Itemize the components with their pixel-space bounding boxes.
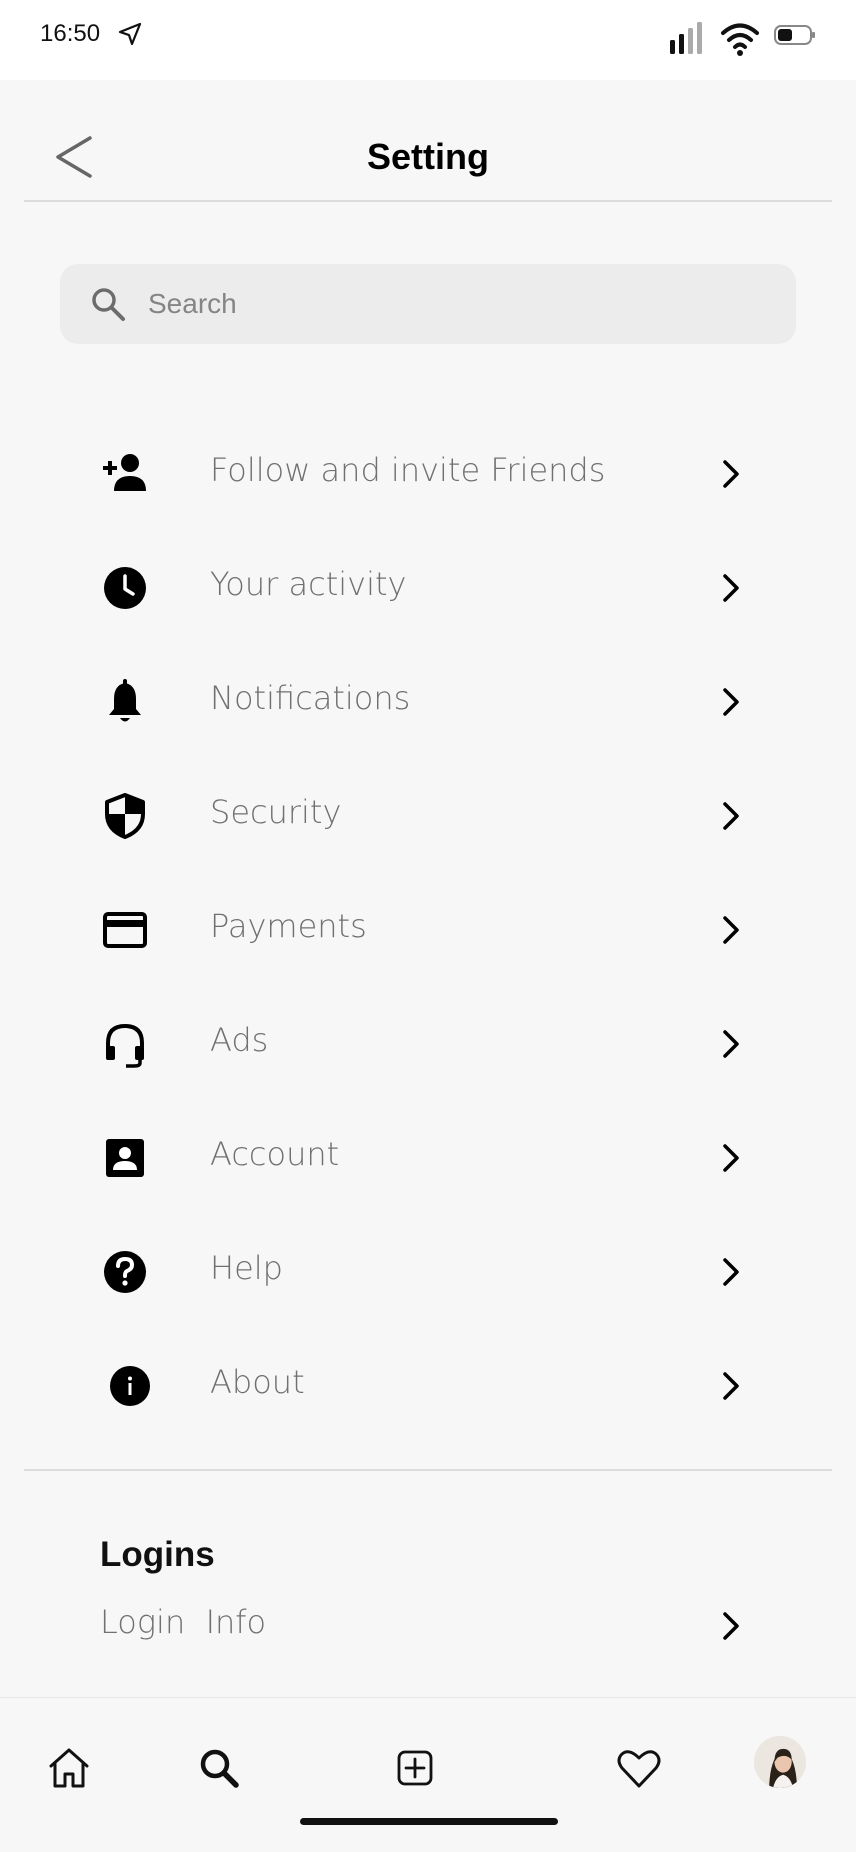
settings-item-label: Your activity xyxy=(210,565,407,603)
add-post-icon xyxy=(397,1750,433,1786)
chevron-right-icon xyxy=(723,802,739,830)
search-box[interactable] xyxy=(60,264,796,344)
heart-icon xyxy=(617,1750,661,1788)
chevron-right-icon xyxy=(723,688,739,716)
chevron-right-icon xyxy=(723,1612,739,1640)
person-add-icon xyxy=(103,454,146,491)
tab-search[interactable] xyxy=(191,1740,247,1796)
settings-item-help[interactable]: Help xyxy=(0,1213,856,1327)
chevron-right-icon xyxy=(723,1030,739,1058)
headset-icon xyxy=(106,1023,144,1068)
location-arrow-icon xyxy=(118,22,142,46)
chevron-right-icon xyxy=(723,1258,739,1286)
tab-bar xyxy=(0,1697,856,1852)
settings-item-login-info[interactable]: Login Info xyxy=(0,1585,856,1669)
help-icon xyxy=(104,1251,146,1293)
shield-icon xyxy=(105,793,145,839)
settings-item-label: Notifications xyxy=(210,679,411,717)
list-divider xyxy=(24,1469,832,1471)
clock-icon xyxy=(104,567,146,609)
avatar xyxy=(754,1736,806,1788)
settings-item-label: Help xyxy=(210,1249,283,1287)
settings-item-payments[interactable]: Payments xyxy=(0,871,856,985)
account-box-icon xyxy=(106,1139,144,1177)
home-icon xyxy=(49,1748,89,1788)
settings-item-your-activity[interactable]: Your activity xyxy=(0,529,856,643)
section-title-logins: Logins xyxy=(100,1535,215,1574)
tab-home[interactable] xyxy=(41,1740,97,1796)
status-bar: 16:50 xyxy=(0,0,856,80)
settings-item-follow-invite[interactable]: Follow and invite Friends xyxy=(0,415,856,529)
status-time: 16:50 xyxy=(40,20,101,47)
header-divider xyxy=(24,200,832,202)
signal-icon xyxy=(670,22,702,54)
settings-item-security[interactable]: Security xyxy=(0,757,856,871)
credit-card-icon xyxy=(103,912,147,948)
chevron-right-icon xyxy=(723,916,739,944)
settings-item-ads[interactable]: Ads xyxy=(0,985,856,1099)
settings-item-label: Account xyxy=(210,1135,340,1173)
tab-likes[interactable] xyxy=(611,1740,667,1796)
page-title: Setting xyxy=(367,136,489,177)
chevron-right-icon xyxy=(723,460,739,488)
settings-item-label: About xyxy=(210,1363,305,1401)
home-indicator xyxy=(300,1818,558,1825)
settings-item-label: Security xyxy=(210,793,342,831)
search-input[interactable] xyxy=(148,264,748,344)
search-icon xyxy=(92,288,125,321)
settings-item-label: Ads xyxy=(210,1021,269,1059)
settings-item-account[interactable]: Account xyxy=(0,1099,856,1213)
tab-add-post[interactable] xyxy=(387,1740,443,1796)
settings-item-label: Follow and invite Friends xyxy=(210,451,606,489)
search-icon xyxy=(200,1749,239,1788)
header: Setting xyxy=(0,80,856,202)
settings-item-label: Login Info xyxy=(100,1603,267,1641)
chevron-right-icon xyxy=(723,1144,739,1172)
settings-item-about[interactable]: About xyxy=(0,1327,856,1441)
chevron-right-icon xyxy=(723,574,739,602)
bell-icon xyxy=(109,679,141,722)
settings-item-notifications[interactable]: Notifications xyxy=(0,643,856,757)
settings-item-label: Payments xyxy=(210,907,367,945)
battery-icon xyxy=(774,25,815,45)
info-icon xyxy=(110,1366,150,1406)
wifi-icon xyxy=(721,23,759,56)
chevron-right-icon xyxy=(723,1372,739,1400)
profile-avatar[interactable] xyxy=(754,1736,806,1788)
